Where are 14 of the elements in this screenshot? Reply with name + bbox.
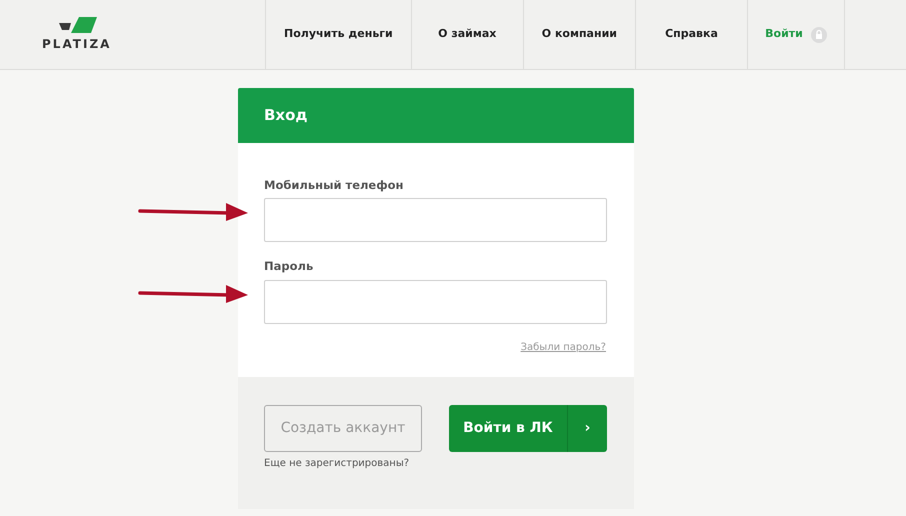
logo-icon — [56, 16, 97, 34]
login-button[interactable]: Войти в ЛК › — [449, 404, 607, 452]
field-label: Пароль — [264, 258, 314, 276]
register-hint: Еще не зарегистрированы? — [264, 456, 410, 470]
nav-link[interactable]: Получить деньги — [265, 0, 411, 69]
lock-icon — [810, 26, 827, 42]
input-field[interactable] — [264, 198, 607, 242]
nav-link[interactable]: О компании — [522, 0, 635, 69]
field-label: Мобильный телефон — [264, 177, 404, 194]
nav-link[interactable]: О займах — [410, 0, 523, 69]
nav-link[interactable]: Справка — [635, 0, 747, 69]
input-field[interactable] — [264, 280, 607, 324]
card-title: Вход — [264, 105, 308, 126]
logo-text: PLATIZA — [42, 36, 112, 52]
